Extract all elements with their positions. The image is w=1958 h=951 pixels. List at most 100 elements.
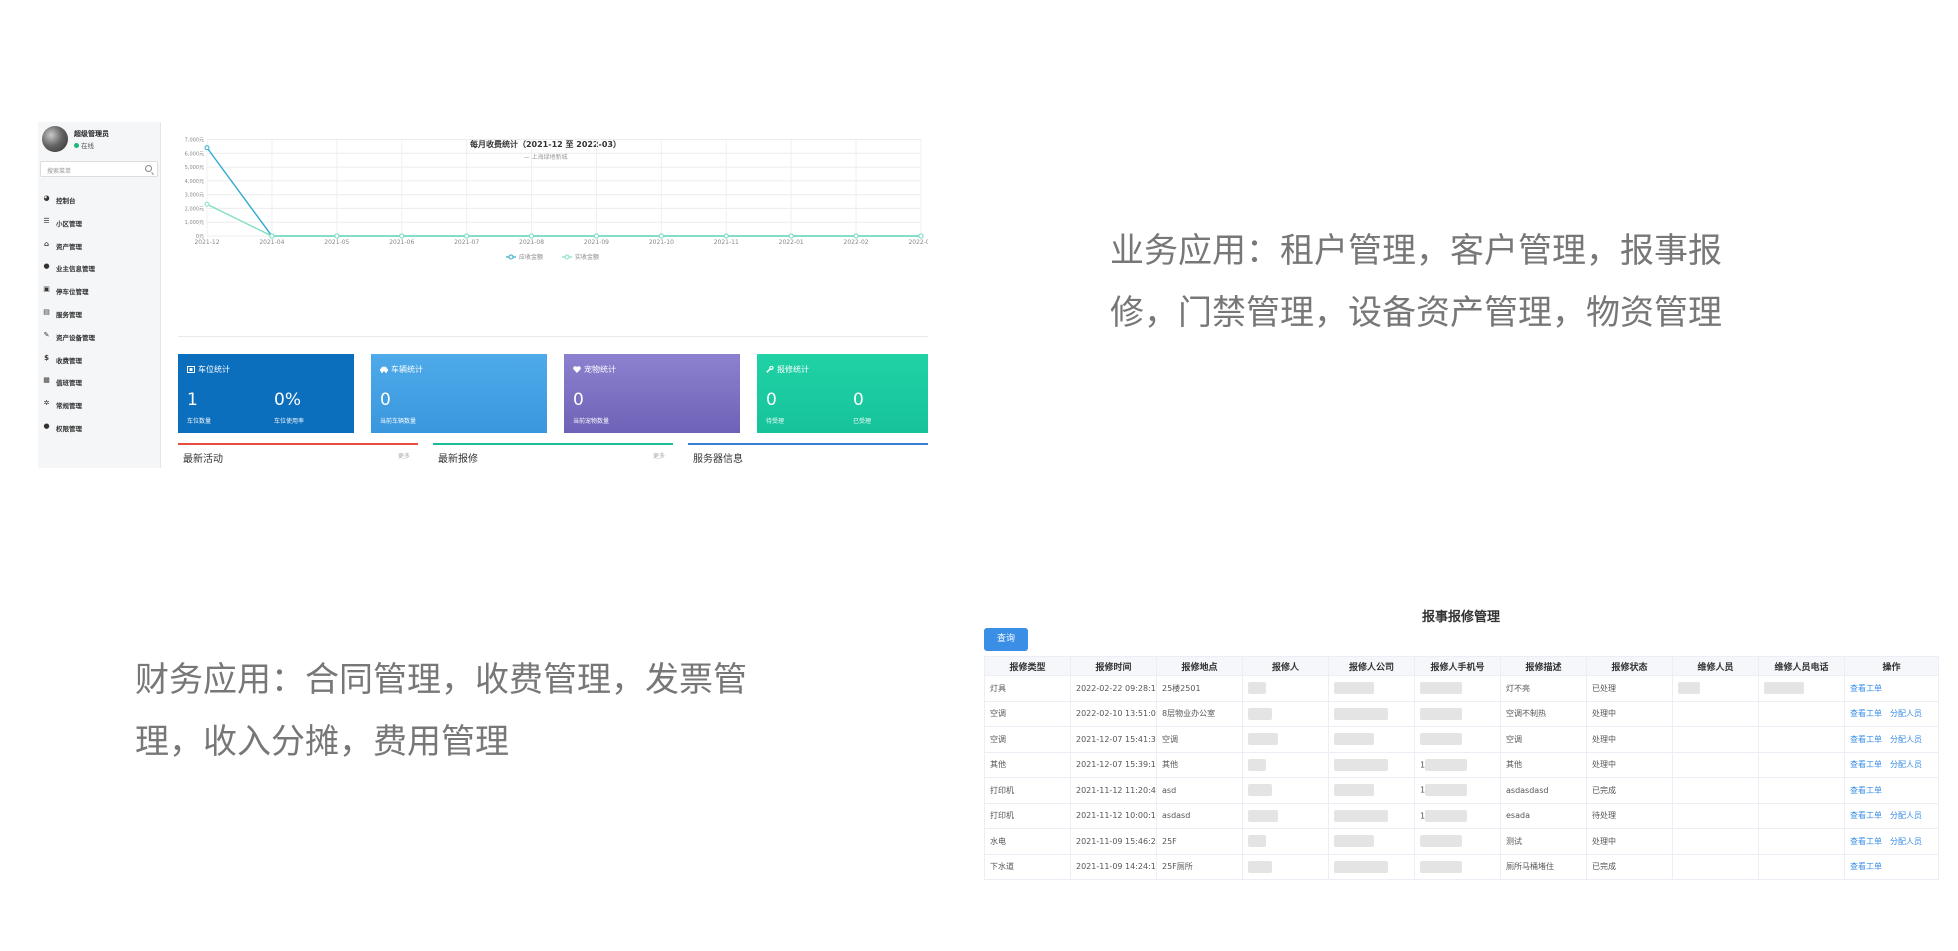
y-tick-label: 6,000元	[185, 151, 204, 157]
column-header[interactable]: 报修人手机号	[1414, 656, 1501, 676]
column-header[interactable]: 报修类型	[984, 656, 1071, 676]
heart-icon	[573, 366, 581, 373]
table-cell: 处理中	[1586, 751, 1673, 778]
redacted-company	[1334, 707, 1388, 720]
table-row[interactable]: 打印机 2021-11-12 11:20:41 asd 1 asdasdasd 已完成 查看…	[984, 777, 1939, 804]
view-order-link[interactable]: 查看工单	[1850, 862, 1882, 871]
column-header[interactable]: 报修人公司	[1328, 656, 1415, 676]
x-tick-label: 2021-04	[259, 239, 284, 246]
sidebar-item[interactable]: ⌂ 资产管理	[38, 235, 161, 258]
table-cell	[1242, 802, 1329, 829]
pet-stat-card[interactable]: 宠物统计 0 当前宠物数量	[564, 354, 740, 433]
sidebar-item[interactable]: ● 权限管理	[38, 417, 161, 440]
view-order-link[interactable]: 查看工单	[1850, 735, 1882, 744]
table-row[interactable]: 灯具 2022-02-22 09:28:17 25楼2501 灯不亮 已处理 查看工单	[984, 675, 1939, 702]
table-cell	[1242, 853, 1329, 880]
sidebar-item[interactable]: ◕ 控制台	[38, 189, 161, 212]
table-cell: 空调	[984, 700, 1071, 727]
table-cell: 1	[1414, 777, 1501, 804]
redacted-company	[1334, 860, 1388, 873]
sidebar-item[interactable]: ▣ 停车位管理	[38, 280, 161, 303]
menu-search-placeholder: 搜索菜单	[47, 168, 72, 175]
table-cell	[1672, 675, 1759, 702]
redacted-company	[1334, 733, 1374, 746]
cell-desc: esada	[1506, 811, 1530, 821]
view-order-link[interactable]: 查看工单	[1850, 786, 1882, 795]
column-header[interactable]: 报修人	[1242, 656, 1329, 676]
cell-type: 空调	[990, 709, 1006, 719]
cell-desc: 厕所马桶堵住	[1506, 862, 1554, 872]
sidebar-item[interactable]: $ 收费管理	[38, 349, 161, 372]
column-header[interactable]: 维修人员	[1672, 656, 1759, 676]
cell-time: 2021-11-09 15:46:25	[1076, 836, 1157, 846]
parking-icon: ▣	[43, 285, 50, 294]
assign-staff-link[interactable]: 分配人员	[1890, 837, 1922, 846]
column-header[interactable]: 报修状态	[1586, 656, 1673, 676]
redacted-company	[1334, 758, 1388, 771]
table-row[interactable]: 下水道 2021-11-09 14:24:15 25F厕所 厕所马桶堵住 已完成 查看工单	[984, 853, 1939, 880]
parking-stat-card[interactable]: 车位统计 1 0% 车位数量 车位使用率	[178, 354, 354, 433]
sidebar-item[interactable]: ☰ 小区管理	[38, 212, 161, 235]
y-tick-label: 2,000元	[185, 206, 204, 212]
view-order-link[interactable]: 查看工单	[1850, 709, 1882, 718]
user-panel[interactable]: 超级管理员 在线	[42, 126, 157, 152]
table-row[interactable]: 空调 2021-12-07 15:41:35 空调 空调 处理中 查看工单 分配人员	[984, 726, 1939, 753]
repair-stat-card[interactable]: 报修统计 0 0 待受理 已受理	[757, 354, 928, 433]
series-line	[206, 147, 921, 237]
assign-staff-link[interactable]: 分配人员	[1890, 709, 1922, 718]
sidebar-item[interactable]: ✎ 资产设备管理	[38, 326, 161, 349]
cell-place: 8层物业办公室	[1162, 709, 1216, 719]
data-point	[464, 233, 470, 239]
redacted-company	[1334, 682, 1374, 695]
view-order-link[interactable]: 查看工单	[1850, 837, 1882, 846]
table-row[interactable]: 打印机 2021-11-12 10:00:12 asdasd 1 esada 待处理 查看工…	[984, 802, 1939, 829]
column-header[interactable]: 报修时间	[1070, 656, 1157, 676]
query-button[interactable]: 查询	[984, 628, 1028, 651]
avatar[interactable]	[42, 126, 68, 152]
table-cell: asd	[1156, 777, 1243, 804]
view-order-link[interactable]: 查看工单	[1850, 760, 1882, 769]
column-header[interactable]: 维修人员电话	[1758, 656, 1845, 676]
table-row[interactable]: 空调 2022-02-10 13:51:03 8层物业办公室 空调不制热 处理中 查看工单…	[984, 700, 1939, 727]
x-tick-label: 2021-05	[324, 239, 349, 246]
table-row[interactable]: 其他 2021-12-07 15:39:10 其他 1 其他 处理中 查看工单 分配人员	[984, 751, 1939, 778]
data-point	[529, 233, 535, 239]
assign-staff-link[interactable]: 分配人员	[1890, 760, 1922, 769]
cell-time: 2021-11-12 11:20:41	[1076, 785, 1157, 795]
vehicle-stat-card[interactable]: 车辆统计 0 当前车辆数量	[371, 354, 547, 433]
caption-line: 财务应用：合同管理，收费管理，发票管	[135, 660, 747, 700]
cell-status: 已完成	[1592, 862, 1616, 872]
cell-status: 处理中	[1592, 709, 1616, 719]
assign-staff-link[interactable]: 分配人员	[1890, 735, 1922, 744]
table-cell: 查看工单 分配人员	[1844, 700, 1939, 727]
search-icon[interactable]	[145, 165, 152, 172]
panel-title: 服务器信息	[693, 454, 743, 465]
x-tick-label: 2021-12	[194, 239, 219, 246]
table-cell: 查看工单 分配人员	[1844, 802, 1939, 829]
cell-time: 2021-11-12 10:00:12	[1076, 811, 1157, 821]
sidebar-item[interactable]: ✲ 常规管理	[38, 394, 161, 417]
sidebar-item[interactable]: ● 业主信息管理	[38, 257, 161, 280]
sidebar-item[interactable]: ▦ 值班管理	[38, 371, 161, 394]
sidebar-item-label: 常规管理	[56, 402, 82, 411]
data-point	[593, 233, 599, 239]
table-row[interactable]: 水电 2021-11-09 15:46:25 25F 测试 处理中 查看工单 分配人员	[984, 828, 1939, 855]
table-cell	[1758, 726, 1845, 753]
table-cell	[1328, 675, 1415, 702]
data-point	[204, 201, 210, 207]
sidebar: 超级管理员 在线 搜索菜单 ◕ 控制台 ☰ 小区管理 ⌂ 资产管理 ● 业主信息管理 ▣ 停车位管…	[38, 122, 161, 468]
redacted-company	[1334, 809, 1388, 822]
column-header[interactable]: 操作	[1844, 656, 1939, 676]
sidebar-item[interactable]: ▤ 服务管理	[38, 303, 161, 326]
view-order-link[interactable]: 查看工单	[1850, 811, 1882, 820]
menu-search-input[interactable]: 搜索菜单	[40, 161, 158, 177]
assign-staff-link[interactable]: 分配人员	[1890, 811, 1922, 820]
table-cell	[1242, 675, 1329, 702]
view-order-link[interactable]: 查看工单	[1850, 684, 1882, 693]
more-link[interactable]: 更多	[653, 451, 665, 460]
table-cell: 查看工单	[1844, 777, 1939, 804]
column-header[interactable]: 报修描述	[1500, 656, 1587, 676]
more-link[interactable]: 更多	[398, 451, 410, 460]
table-cell	[1328, 700, 1415, 727]
column-header[interactable]: 报修地点	[1156, 656, 1243, 676]
